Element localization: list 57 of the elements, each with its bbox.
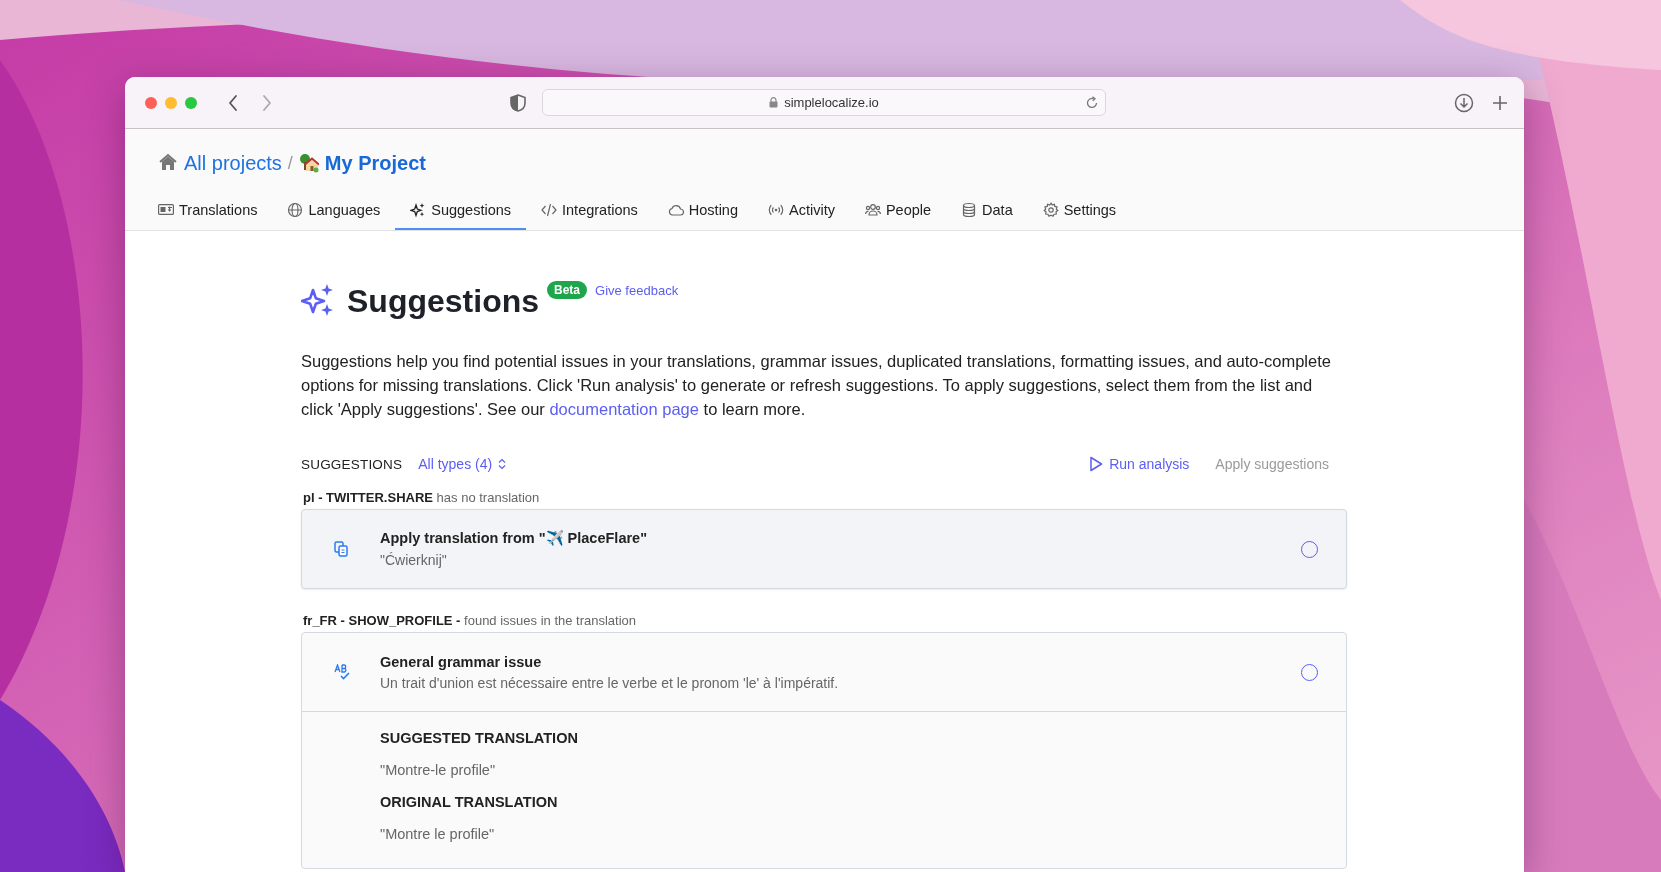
documentation-link[interactable]: documentation page <box>549 400 699 418</box>
address-bar[interactable]: simplelocalize.io <box>542 89 1106 116</box>
nav-tab[interactable]: Hosting <box>652 195 753 230</box>
nav-tab[interactable]: Integrations <box>526 195 653 230</box>
window-control[interactable] <box>185 96 197 109</box>
sparkles-icon <box>410 202 427 218</box>
spellcheck-icon <box>334 664 350 680</box>
nav-tab[interactable]: Translations <box>158 195 273 230</box>
window-control[interactable] <box>145 96 157 109</box>
page-title: Suggestions <box>347 283 539 319</box>
home-icon <box>158 153 178 173</box>
suggestion-key: pl - TWITTER.SHARE has no translation <box>303 490 1347 505</box>
suggestion-title: Apply translation from "✈ PlaceFlare" <box>380 530 649 547</box>
breadcrumb-separator: / <box>287 152 293 174</box>
nav-tab[interactable]: People <box>849 195 947 230</box>
copy-icon <box>334 541 350 557</box>
url-text: simplelocalize.io <box>784 95 879 110</box>
nav-tab[interactable]: Activity <box>753 195 850 230</box>
back-icon[interactable] <box>227 93 239 112</box>
plus-icon[interactable] <box>1492 94 1508 111</box>
type-filter-dropdown[interactable]: All types (4) <box>414 454 511 474</box>
suggestion-title: General grammar issue <box>380 653 543 670</box>
run-analysis-button[interactable]: Run analysis <box>1085 454 1194 474</box>
code-icon <box>541 202 558 218</box>
suggestion-key: fr_FR - SHOW_PROFILE - found issues in the translation <box>303 613 1347 628</box>
download-icon[interactable] <box>1454 92 1474 113</box>
database-icon <box>961 202 978 218</box>
description-text: Suggestions help you find potential issues in your translations, grammar issues, duplicated translations, formatting issues, and auto-complete options for missing translations. Click 'Run analysis' to generate or refresh suggestions. To apply suggestions, select them from the list and click 'Apply suggestions'. See our documentation page to learn more. <box>301 351 1332 420</box>
suggestion-detail: Un trait d'union est nécessaire entre le verbe et le pronom 'le' à l'impératif. <box>380 674 840 691</box>
translation-text: "Montre le profile" <box>380 826 496 842</box>
globe-icon <box>287 202 304 218</box>
cloud-icon <box>667 202 684 218</box>
chevron-updown-icon <box>498 458 507 470</box>
nav-tab[interactable]: Suggestions <box>395 195 527 230</box>
people-icon <box>864 202 881 218</box>
play-icon <box>1089 456 1104 472</box>
sparkles-icon <box>301 283 335 317</box>
gear-icon <box>1042 202 1059 218</box>
breadcrumb-link[interactable]: All projects <box>184 151 282 175</box>
shield-icon[interactable] <box>510 93 526 112</box>
breadcrumb-link[interactable]: My Project <box>324 151 426 175</box>
section-heading: ORIGINAL TRANSLATION <box>380 794 559 810</box>
house-icon <box>298 153 319 173</box>
beta-badge: Beta <box>547 281 588 299</box>
section-heading: SUGGESTED TRANSLATION <box>380 730 579 746</box>
section-label: SUGGESTIONS <box>301 456 403 472</box>
nav-tab[interactable]: Languages <box>272 195 396 230</box>
translation-text: "Montre-le profile" <box>380 762 497 778</box>
nav-tab[interactable]: Data <box>946 195 1028 230</box>
lock-icon <box>769 97 779 108</box>
broadcast-icon <box>768 202 784 218</box>
card-icon <box>158 202 174 218</box>
suggestion-detail: "Ćwierknij" <box>380 552 448 568</box>
reload-icon[interactable] <box>1085 96 1099 110</box>
nav-tab[interactable]: Settings <box>1027 195 1132 230</box>
feedback-link[interactable]: Give feedback <box>595 283 679 298</box>
forward-icon[interactable] <box>261 93 273 112</box>
